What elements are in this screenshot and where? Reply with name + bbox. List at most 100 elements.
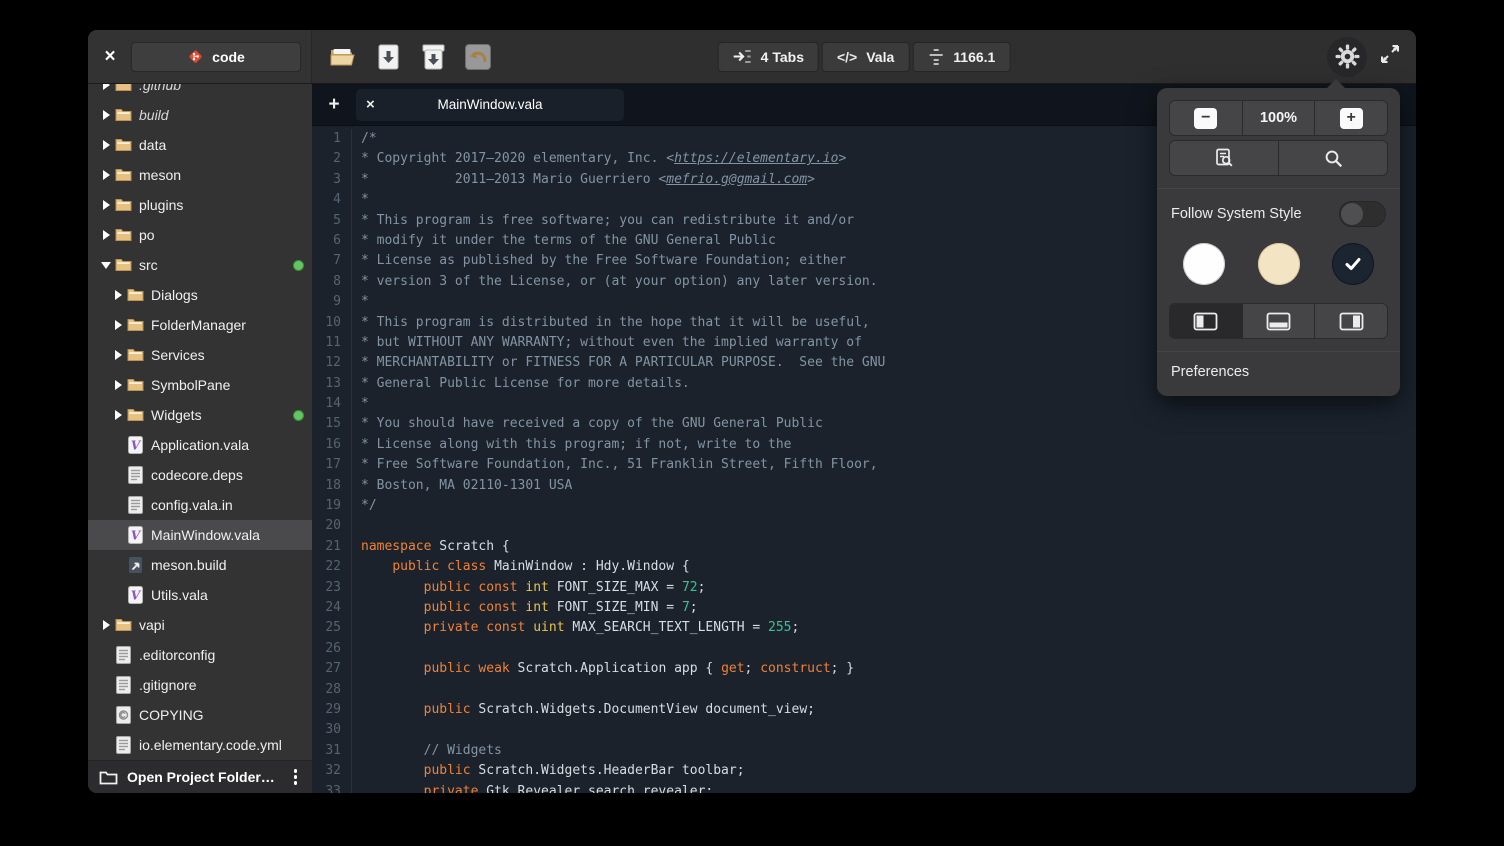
code-line: 19*/ [312, 496, 1416, 516]
expand-icon[interactable] [98, 110, 114, 120]
find-button[interactable] [1279, 141, 1387, 175]
style-sepia-option[interactable] [1258, 243, 1300, 285]
expand-icon[interactable] [98, 84, 114, 90]
style-light-option[interactable] [1183, 243, 1225, 285]
code-line: 29 public Scratch.Widgets.DocumentView d… [312, 700, 1416, 720]
code-line: 33 private Gtk.Revealer search_revealer; [312, 782, 1416, 794]
cursor-position-label: 1166.1 [953, 49, 995, 65]
tree-item-config.vala.in[interactable]: config.vala.in [88, 490, 312, 520]
tree-item-data[interactable]: data [88, 130, 312, 160]
save-as-button[interactable] [418, 42, 448, 72]
tree-item-.gitignore[interactable]: .gitignore [88, 670, 312, 700]
tree-item-label: vapi [139, 617, 304, 633]
header-center-group: 4 Tabs </> Vala 1166.1 [718, 42, 1011, 72]
project-name: code [212, 49, 245, 65]
tree-item-Widgets[interactable]: Widgets [88, 400, 312, 430]
tree-item-src[interactable]: src [88, 250, 312, 280]
open-file-button[interactable] [328, 42, 358, 72]
code-line: 18* Boston, MA 02110-1301 USA [312, 476, 1416, 496]
style-dark-option-selected[interactable] [1332, 243, 1374, 285]
expand-icon[interactable] [98, 230, 114, 240]
tree-item-MainWindow.vala[interactable]: VMainWindow.vala [88, 520, 312, 550]
code-line: 14* [312, 394, 1416, 414]
tab-title: MainWindow.vala [386, 97, 614, 112]
collapse-icon[interactable] [98, 262, 114, 269]
goto-line-button[interactable]: 1166.1 [912, 42, 1010, 72]
tree-item-label: COPYING [139, 707, 304, 723]
project-chooser-button[interactable]: code [131, 42, 301, 72]
save-button[interactable] [373, 42, 403, 72]
line-number: 14 [312, 394, 352, 414]
code-line: 20 [312, 516, 1416, 536]
line-number: 2 [312, 149, 352, 169]
code-text: public const int FONT_SIZE_MAX = 72; [352, 578, 705, 598]
tree-item-.editorconfig[interactable]: .editorconfig [88, 640, 312, 670]
tree-item-plugins[interactable]: plugins [88, 190, 312, 220]
open-project-folder-button[interactable]: Open Project Folder… [127, 769, 281, 785]
tree-item-COPYING[interactable]: COPYING [88, 700, 312, 730]
toggle-left-panel-button[interactable] [1170, 304, 1243, 338]
zoom-in-button[interactable]: + [1315, 101, 1387, 135]
tree-item-po[interactable]: po [88, 220, 312, 250]
tree-item-label: codecore.deps [151, 467, 304, 483]
tree-item-io.elementary.code.yml[interactable]: io.elementary.code.yml [88, 730, 312, 760]
tree-item-FolderManager[interactable]: FolderManager [88, 310, 312, 340]
expand-icon[interactable] [110, 380, 126, 390]
sidebar-footer: Open Project Folder… [88, 760, 312, 793]
expand-icon[interactable] [98, 170, 114, 180]
tree-item-label: SymbolPane [151, 377, 304, 393]
sidebar-header: × code [88, 30, 312, 83]
tab-close-icon[interactable]: × [366, 96, 386, 113]
tree-item-Dialogs[interactable]: Dialogs [88, 280, 312, 310]
language-mode-button[interactable]: </> Vala [822, 42, 909, 72]
preferences-menu-item[interactable]: Preferences [1169, 352, 1388, 392]
tree-item-.github[interactable]: .github [88, 84, 312, 100]
line-number: 18 [312, 476, 352, 496]
tree-item-build[interactable]: build [88, 100, 312, 130]
toggle-right-panel-button[interactable] [1315, 304, 1387, 338]
tree-item-Utils.vala[interactable]: VUtils.vala [88, 580, 312, 610]
fullscreen-button[interactable] [1380, 44, 1400, 69]
code-line: 26 [312, 639, 1416, 659]
code-brackets-icon: </> [837, 49, 857, 65]
follow-system-style-toggle[interactable] [1339, 201, 1386, 227]
tree-item-Services[interactable]: Services [88, 340, 312, 370]
tree-item-SymbolPane[interactable]: SymbolPane [88, 370, 312, 400]
zoom-out-button[interactable]: − [1170, 101, 1243, 135]
tabs-overview-icon [733, 49, 752, 64]
undo-button[interactable] [463, 42, 493, 72]
expand-icon[interactable] [110, 410, 126, 420]
code-text: public weak Scratch.Application app { ge… [352, 659, 854, 679]
tree-item-meson.build[interactable]: meson.build [88, 550, 312, 580]
expand-icon[interactable] [98, 140, 114, 150]
fullscreen-expand-icon [1380, 44, 1400, 64]
new-tab-button[interactable]: + [320, 91, 348, 119]
toggle-bottom-panel-button[interactable] [1243, 304, 1316, 338]
tree-item-label: data [139, 137, 304, 153]
git-modified-badge [293, 260, 304, 271]
code-line: 25 private const uint MAX_SEARCH_TEXT_LE… [312, 618, 1416, 638]
expand-icon[interactable] [98, 620, 114, 630]
tree-item-codecore.deps[interactable]: codecore.deps [88, 460, 312, 490]
tree-item-meson[interactable]: meson [88, 160, 312, 190]
expand-icon[interactable] [110, 290, 126, 300]
tab-mainwindow-vala[interactable]: × MainWindow.vala [356, 89, 624, 121]
folder-icon [114, 228, 132, 242]
find-in-project-button[interactable] [1170, 141, 1279, 175]
expand-icon[interactable] [98, 200, 114, 210]
zoom-control: − 100% + [1169, 100, 1388, 136]
kebab-menu-icon[interactable] [290, 769, 302, 785]
tabs-overview-button[interactable]: 4 Tabs [718, 42, 819, 72]
settings-menu-button[interactable] [1327, 37, 1367, 77]
expand-icon[interactable] [110, 350, 126, 360]
expand-icon[interactable] [110, 320, 126, 330]
code-text: * Free Software Foundation, Inc., 51 Fra… [352, 455, 878, 475]
plus-icon: + [1340, 108, 1363, 129]
tree-item-vapi[interactable]: vapi [88, 610, 312, 640]
tree-item-label: build [139, 107, 304, 123]
window-close-button[interactable]: × [98, 45, 122, 69]
tree-item-Application.vala[interactable]: VApplication.vala [88, 430, 312, 460]
tree-item-label: src [139, 257, 293, 273]
line-number: 11 [312, 333, 352, 353]
minus-icon: − [1194, 108, 1217, 129]
